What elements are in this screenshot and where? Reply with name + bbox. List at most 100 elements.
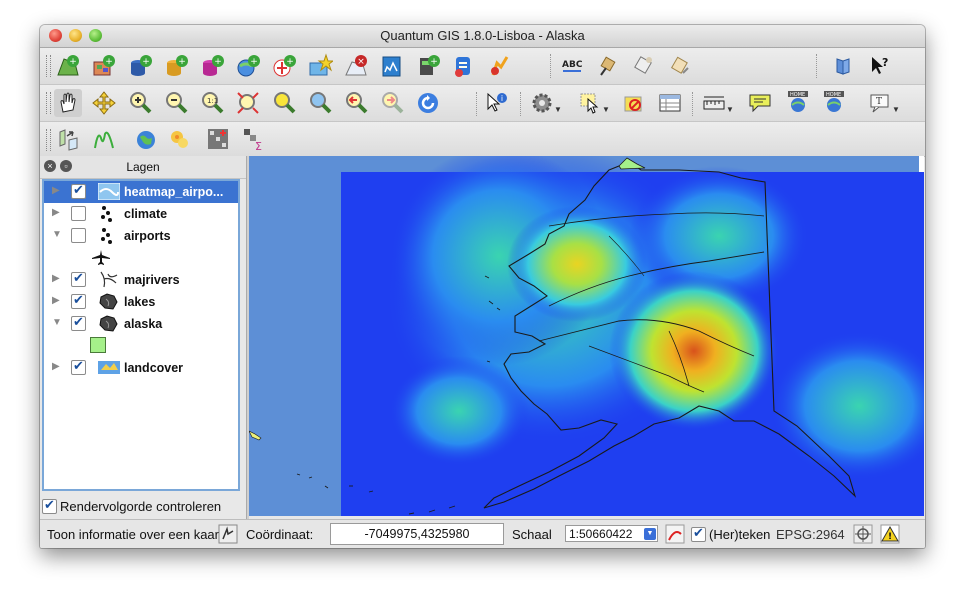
zoom-last-icon[interactable] bbox=[342, 89, 370, 117]
add-spatialite-layer-icon[interactable]: + bbox=[162, 52, 190, 80]
expand-arrow-icon[interactable]: ▶ bbox=[52, 207, 60, 218]
refresh-icon[interactable] bbox=[414, 89, 442, 117]
add-postgis-layer-icon[interactable]: + bbox=[126, 52, 154, 80]
layer-visibility-checkbox[interactable] bbox=[71, 270, 86, 287]
add-raster-layer-icon[interactable]: + bbox=[90, 52, 118, 80]
layer-name: airports bbox=[124, 229, 171, 243]
add-delimited-text-icon[interactable]: + bbox=[414, 52, 442, 80]
layer-name: lakes bbox=[124, 295, 156, 309]
measure-dropdown-arrow[interactable]: ▼ bbox=[726, 105, 734, 114]
globe-icon[interactable] bbox=[132, 125, 160, 153]
close-window-button[interactable] bbox=[49, 29, 62, 42]
layer-visibility-checkbox[interactable] bbox=[71, 182, 86, 199]
add-grass-layer-icon[interactable] bbox=[450, 52, 478, 80]
zonal-stats-icon[interactable]: Σ bbox=[240, 125, 268, 153]
new-vector-layer-icon[interactable]: + bbox=[54, 52, 82, 80]
attribute-table-icon[interactable] bbox=[656, 89, 684, 117]
histogram-icon[interactable] bbox=[90, 125, 118, 153]
stop-render-icon[interactable] bbox=[665, 524, 685, 544]
warning-icon[interactable]: ! bbox=[880, 524, 900, 544]
svg-text:+: + bbox=[250, 57, 258, 67]
layer-item-alaska[interactable]: ▼ alaska bbox=[44, 313, 238, 335]
scale-combobox[interactable]: 1:50660422 ▼ bbox=[565, 525, 658, 542]
toolbar-grip[interactable] bbox=[46, 92, 51, 114]
zoom-in-icon[interactable] bbox=[126, 89, 154, 117]
render-order-label: Rendervolgorde controleren bbox=[60, 499, 222, 514]
add-wms-layer-icon[interactable]: + bbox=[234, 52, 262, 80]
layer-name: majrivers bbox=[124, 273, 180, 287]
layer-visibility-checkbox[interactable] bbox=[71, 228, 86, 243]
settings-dropdown-arrow[interactable]: ▼ bbox=[554, 105, 562, 114]
add-wcs-layer-icon[interactable] bbox=[306, 52, 334, 80]
measure-icon[interactable] bbox=[700, 89, 728, 117]
deselect-icon[interactable] bbox=[620, 89, 648, 117]
minimize-window-button[interactable] bbox=[69, 29, 82, 42]
expand-arrow-icon[interactable]: ▶ bbox=[52, 185, 60, 196]
layer-item-airports[interactable]: ▼ airports bbox=[44, 225, 238, 247]
annotation-dropdown-arrow[interactable]: ▼ bbox=[892, 105, 900, 114]
collapse-arrow-icon[interactable]: ▼ bbox=[52, 229, 62, 240]
raster-calc-icon[interactable] bbox=[204, 125, 232, 153]
expand-arrow-icon[interactable]: ▶ bbox=[52, 273, 60, 284]
status-bar: Toon informatie over een kaar Coördinaat… bbox=[40, 519, 925, 548]
collapse-arrow-icon[interactable]: ▼ bbox=[52, 317, 62, 328]
zoom-next-icon[interactable] bbox=[378, 89, 406, 117]
crs-target-icon[interactable] bbox=[853, 524, 873, 544]
map-tips-icon[interactable] bbox=[746, 89, 774, 117]
chevron-down-icon[interactable]: ▼ bbox=[644, 528, 656, 540]
render-checkbox[interactable] bbox=[691, 525, 706, 542]
text-annotation-icon[interactable]: T bbox=[866, 89, 894, 117]
identify-icon[interactable]: i bbox=[482, 89, 510, 117]
heatmap-icon[interactable] bbox=[166, 125, 194, 153]
show-hide-labels-icon[interactable] bbox=[630, 52, 658, 80]
add-mssql-layer-icon[interactable]: + bbox=[198, 52, 226, 80]
scale-value: 1:50660422 bbox=[569, 527, 633, 541]
zoom-to-layer-icon[interactable] bbox=[306, 89, 334, 117]
toolbar-row-2: 1:1 i ▼ ▼ ▼ HOME HOME T ▼ bbox=[40, 84, 925, 122]
layer-visibility-checkbox[interactable] bbox=[71, 206, 86, 221]
layer-item-landcover[interactable]: ▶ landcover bbox=[44, 357, 238, 379]
zoom-to-selection-icon[interactable] bbox=[270, 89, 298, 117]
pan-to-selection-icon[interactable] bbox=[90, 89, 118, 117]
zoom-full-icon[interactable] bbox=[234, 89, 262, 117]
layer-visibility-checkbox[interactable] bbox=[71, 358, 86, 375]
expand-arrow-icon[interactable]: ▶ bbox=[52, 295, 60, 306]
map-canvas[interactable] bbox=[249, 156, 924, 516]
scale-label: Schaal bbox=[512, 527, 552, 542]
add-wfs-layer-icon[interactable]: + bbox=[270, 52, 298, 80]
line-layer-icon bbox=[98, 271, 120, 288]
layer-visibility-checkbox[interactable] bbox=[71, 314, 86, 331]
select-dropdown-arrow[interactable]: ▼ bbox=[602, 105, 610, 114]
pan-icon[interactable] bbox=[54, 89, 82, 117]
toolbar-grip[interactable] bbox=[46, 55, 51, 77]
move-label-icon[interactable] bbox=[666, 52, 694, 80]
render-order-checkbox[interactable] bbox=[42, 497, 57, 514]
layer-visibility-checkbox[interactable] bbox=[71, 292, 86, 309]
new-shapefile-icon[interactable] bbox=[378, 52, 406, 80]
layer-item-heatmap[interactable]: ▶ heatmap_airpo... bbox=[44, 181, 238, 203]
crs-status[interactable]: EPSG:2964 bbox=[776, 527, 845, 542]
remove-layer-icon[interactable]: × bbox=[342, 52, 370, 80]
layer-item-climate[interactable]: ▶ climate bbox=[44, 203, 238, 225]
show-bookmarks-icon[interactable]: HOME bbox=[820, 87, 848, 115]
pin-labels-icon[interactable] bbox=[594, 52, 622, 80]
zoom-out-icon[interactable] bbox=[162, 89, 190, 117]
zoom-actual-icon[interactable]: 1:1 bbox=[198, 89, 226, 117]
toolbar-grip[interactable] bbox=[46, 129, 51, 151]
zoom-window-button[interactable] bbox=[89, 29, 102, 42]
settings-icon[interactable] bbox=[528, 89, 556, 117]
svg-text:HOME: HOME bbox=[826, 92, 841, 98]
coordinate-field[interactable]: -7049975,4325980 bbox=[330, 523, 504, 545]
new-bookmark-icon[interactable]: HOME bbox=[784, 87, 812, 115]
layer-name: climate bbox=[124, 207, 168, 221]
georeferencer-icon[interactable] bbox=[54, 125, 82, 153]
select-icon[interactable] bbox=[576, 89, 604, 117]
label-tool-icon[interactable]: ABC bbox=[558, 52, 586, 80]
whats-this-icon[interactable]: ? bbox=[866, 52, 894, 80]
toggle-extents-icon[interactable] bbox=[218, 524, 238, 544]
expand-arrow-icon[interactable]: ▶ bbox=[52, 361, 60, 372]
help-book-icon[interactable] bbox=[830, 52, 858, 80]
add-oracle-layer-icon[interactable] bbox=[486, 52, 514, 80]
layer-item-lakes[interactable]: ▶ lakes bbox=[44, 291, 238, 313]
layer-item-majrivers[interactable]: ▶ majrivers bbox=[44, 269, 238, 291]
